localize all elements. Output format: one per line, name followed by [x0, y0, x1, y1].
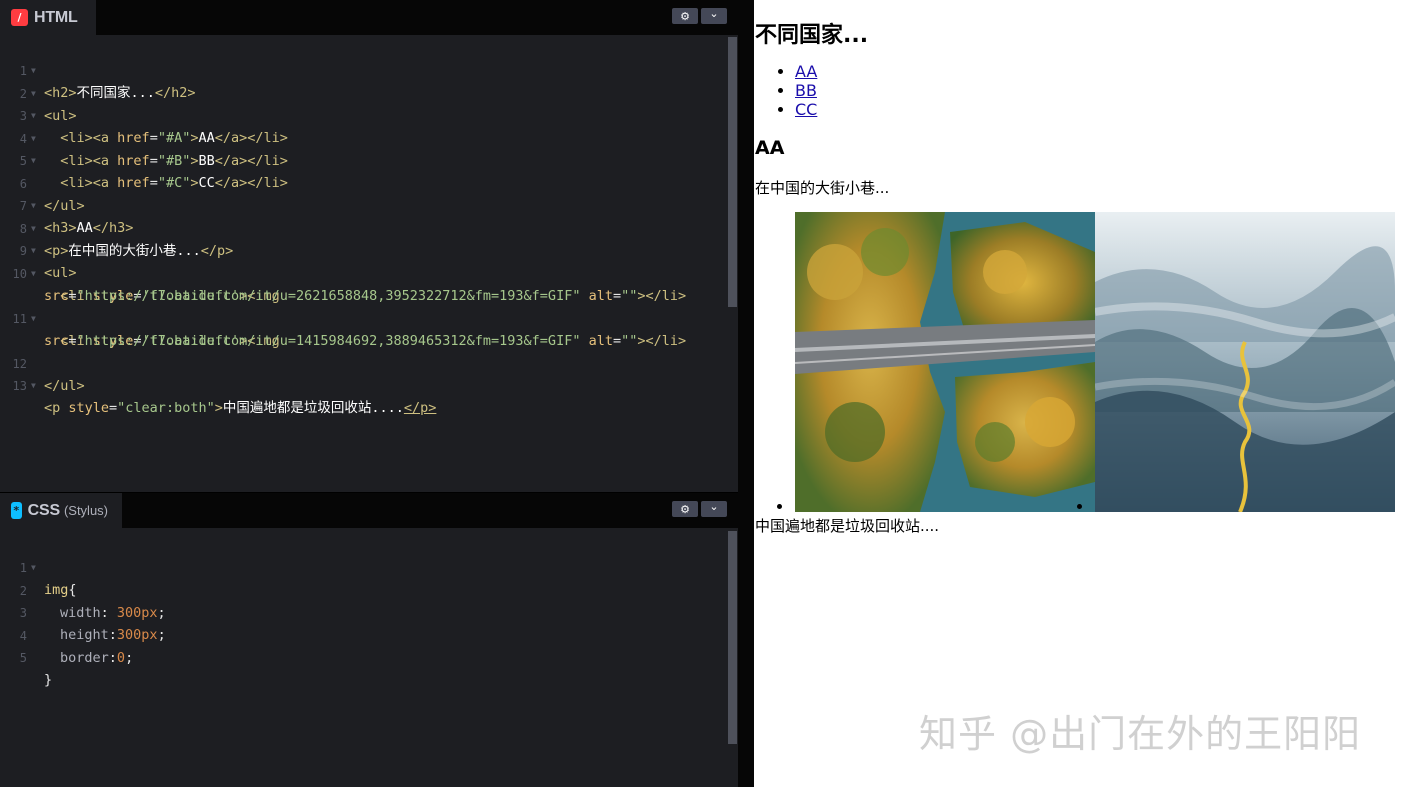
preview-subheading: AA	[755, 137, 785, 159]
css-collapse-button[interactable]: ⌄	[701, 501, 727, 517]
html-code-area[interactable]: 1 ▼ <h2>不同国家...</h2> 2 ▼ <ul> 3 ▼ <li><a hr…	[0, 38, 738, 492]
gear-icon: ⚙	[680, 9, 690, 23]
html-scrollbar[interactable]	[728, 37, 737, 307]
code-token: ;	[125, 649, 134, 666]
code-token: 中国遍地都是垃圾回收站....	[222, 400, 404, 416]
code-line: 7 ▼ <h3>AA</h3>	[0, 173, 728, 236]
link-cc[interactable]: CC	[795, 100, 817, 119]
code-line: 1 ▼ img{	[0, 535, 728, 598]
code-token: </p>	[403, 400, 437, 416]
code-token: >	[214, 400, 223, 416]
code-line: 3 height:300px;	[0, 580, 728, 643]
code-line: 1 ▼ <h2>不同国家...</h2>	[0, 38, 728, 101]
link-aa[interactable]: AA	[795, 62, 817, 81]
code-line: 2 width: 300px;	[0, 558, 728, 621]
html-icon: /	[11, 9, 28, 26]
html-collapse-button[interactable]: ⌄	[701, 8, 727, 24]
code-token: }	[44, 672, 53, 688]
chevron-down-icon: ⌄	[709, 6, 719, 20]
code-line: 3 ▼ <li><a href="#A">AA</a></li>	[0, 83, 728, 146]
css-preprocessor-label: (Stylus)	[63, 503, 108, 518]
code-token: 0	[116, 649, 126, 666]
code-line: 11 ▼ <li style='float:left'><img	[0, 286, 728, 349]
code-token: "clear:both"	[117, 400, 215, 416]
list-bullet	[1077, 504, 1082, 509]
list-item: CC	[795, 100, 817, 119]
html-tab[interactable]: / HTML	[0, 0, 96, 35]
html-tab-label: HTML	[34, 8, 78, 26]
css-pane-header: * CSS (Stylus) ⚙ ⌄	[0, 493, 738, 528]
css-editor-pane: * CSS (Stylus) ⚙ ⌄ 1 ▼ img{ 2 width: 300p…	[0, 492, 738, 787]
preview-paragraph: 在中国的大街小巷...	[755, 179, 890, 197]
html-settings-button[interactable]: ⚙	[672, 8, 698, 24]
css-tab[interactable]: * CSS (Stylus)	[0, 493, 122, 528]
css-scrollbar[interactable]	[728, 531, 737, 744]
code-line: 5 ▼ <li><a href="#C">CC</a></li>	[0, 128, 728, 191]
code-line: 2 ▼ <ul>	[0, 61, 728, 124]
css-settings-button[interactable]: ⚙	[672, 501, 698, 517]
code-line: 8 ▼ <p>在中国的大街小巷...</p>	[0, 196, 728, 259]
code-token: =	[109, 400, 118, 416]
code-line-wrap: src="https://t7.baidu.com/it/u=141598469…	[0, 308, 728, 349]
code-line: 4 border:0;	[0, 603, 728, 666]
code-line: 9 ▼ <ul>	[0, 218, 728, 281]
preview-link-list: AA BB CC	[795, 62, 817, 119]
fold-arrow-icon[interactable]: ▼	[31, 375, 36, 397]
css-code-area[interactable]: 1 ▼ img{ 2 width: 300px; 3 height:300px; …	[0, 535, 738, 787]
pane-resizer[interactable]	[738, 0, 754, 787]
code-line: 5 }	[0, 625, 728, 688]
line-number: 5	[19, 651, 27, 665]
code-line-wrap: src="https://t7.baidu.com/it/u=262165884…	[0, 263, 728, 304]
code-line: 12 </ul>	[0, 331, 728, 394]
watermark: 知乎 @出门在外的王阳阳	[919, 712, 1362, 756]
code-token: :	[108, 649, 117, 666]
code-token: <p	[44, 400, 69, 416]
preview-footer-paragraph: 中国遍地都是垃圾回收站....	[755, 517, 940, 535]
code-token: border	[60, 649, 109, 666]
editor-panel: / HTML ⚙ ⌄ 1 ▼ <h2>不同国家...</h2> 2 ▼ <ul> 3…	[0, 0, 738, 787]
chevron-down-icon: ⌄	[709, 499, 719, 513]
list-bullet	[777, 504, 782, 509]
list-item: BB	[795, 81, 817, 100]
code-line: 6 </ul>	[0, 151, 728, 214]
code-token: style	[68, 400, 110, 416]
aerial-forest-bridge-image	[795, 212, 1095, 512]
html-editor-pane: / HTML ⚙ ⌄ 1 ▼ <h2>不同国家...</h2> 2 ▼ <ul> 3…	[0, 0, 738, 492]
code-line: 13 ▼ <p style="clear:both">中国遍地都是垃圾回收站...…	[0, 353, 728, 416]
line-number: 13	[12, 379, 27, 393]
code-line: 10 ▼ <li style='float:left'><img	[0, 241, 728, 304]
list-item: AA	[795, 62, 817, 81]
code-line: 4 ▼ <li><a href="#B">BB</a></li>	[0, 106, 728, 169]
preview-heading: 不同国家...	[755, 23, 869, 48]
link-bb[interactable]: BB	[795, 81, 817, 100]
result-preview: 不同国家... AA BB CC AA 在中国的大街小巷...	[754, 0, 1424, 787]
html-pane-header: / HTML ⚙ ⌄	[0, 0, 738, 35]
gear-icon: ⚙	[680, 502, 690, 516]
css-tab-label: CSS	[27, 501, 61, 519]
css-icon: *	[11, 502, 22, 519]
misty-mountains-river-image	[1095, 212, 1395, 512]
